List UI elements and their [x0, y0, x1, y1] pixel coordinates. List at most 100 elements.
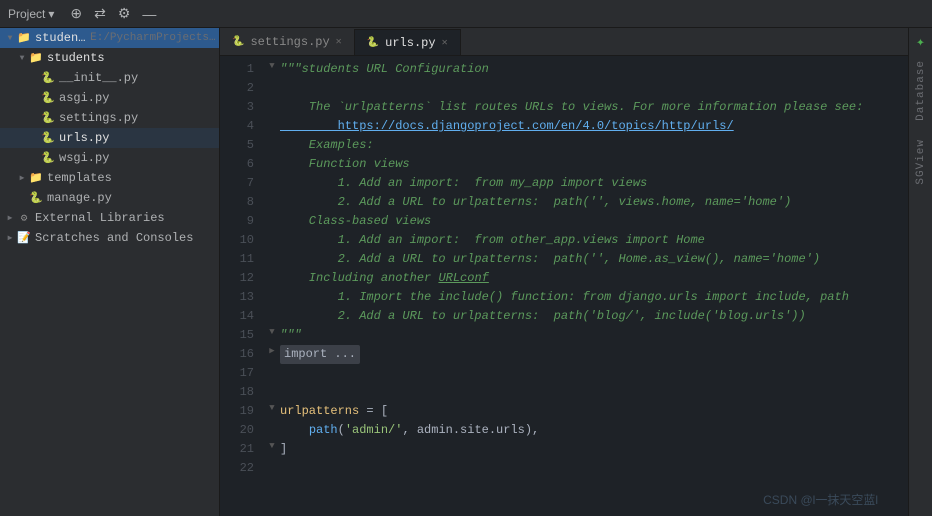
code-content[interactable]: ▼"""students URL Configuration The `urlp…	[262, 56, 908, 516]
urls-tab-close-icon[interactable]: ✕	[442, 37, 448, 49]
fold-6	[266, 155, 278, 167]
sidebar-item-asgi[interactable]: 🐍 asgi.py	[0, 88, 219, 108]
settings-label: settings.py	[59, 111, 138, 125]
scratch-icon: 📝	[16, 230, 32, 246]
fold-4	[266, 117, 278, 129]
urls-tab-label: urls.py	[385, 36, 435, 50]
main-layout: ▼ 📁 students E:/PycharmProjects/stu ▼ 📁 …	[0, 28, 932, 516]
init-py-icon: 🐍	[40, 70, 56, 86]
sidebar-item-scratches[interactable]: ▶ 📝 Scratches and Consoles	[0, 228, 219, 248]
code-line-14: 2. Add a URL to urlpatterns: path('blog/…	[266, 307, 908, 326]
fold-8	[266, 193, 278, 205]
code-line-13: 1. Import the include() function: from d…	[266, 288, 908, 307]
right-sidebar: ✦ Database SGView	[908, 28, 932, 516]
tab-bar: 🐍 settings.py ✕ 🐍 urls.py ✕	[220, 28, 908, 56]
root-folder-icon: 📁	[16, 30, 32, 46]
init-label: __init__.py	[59, 71, 138, 85]
fold-15[interactable]: ▼	[266, 326, 278, 338]
sidebar-item-settings[interactable]: 🐍 settings.py	[0, 108, 219, 128]
manage-py-icon: 🐍	[28, 190, 44, 206]
fold-5	[266, 136, 278, 148]
manage-arrow-icon	[16, 192, 28, 204]
code-line-3: The `urlpatterns` list routes URLs to vi…	[266, 98, 908, 117]
dropdown-arrow-icon: ▾	[48, 7, 54, 21]
fold-21[interactable]: ▼	[266, 440, 278, 452]
code-line-11: 2. Add a URL to urlpatterns: path('', Ho…	[266, 250, 908, 269]
code-line-2	[266, 79, 908, 98]
root-arrow-icon: ▼	[4, 32, 16, 44]
title-bar-left: Project ▾ ⊕ ⇄ ⚙ —	[8, 3, 158, 24]
fold-16[interactable]: ▶	[266, 345, 278, 357]
urls-tab-py-icon: 🐍	[367, 37, 379, 49]
code-line-12: Including another URLconf	[266, 269, 908, 288]
students-folder-label: students	[47, 51, 105, 65]
code-line-7: 1. Add an import: from my_app import vie…	[266, 174, 908, 193]
wsgi-arrow-icon	[28, 152, 40, 164]
sidebar-item-templates[interactable]: ▶ 📁 templates	[0, 168, 219, 188]
scratch-arrow-icon: ▶	[4, 232, 16, 244]
wsgi-py-icon: 🐍	[40, 150, 56, 166]
sidebar-item-init[interactable]: 🐍 __init__.py	[0, 68, 219, 88]
urls-arrow-icon	[28, 132, 40, 144]
urls-label: urls.py	[59, 131, 109, 145]
asgi-py-icon: 🐍	[40, 90, 56, 106]
code-line-8: 2. Add a URL to urlpatterns: path('', vi…	[266, 193, 908, 212]
fold-11	[266, 250, 278, 262]
code-line-21: ▼]	[266, 440, 908, 459]
settings-arrow-icon	[28, 112, 40, 124]
fold-14	[266, 307, 278, 319]
database-label[interactable]: Database	[915, 56, 927, 125]
right-panel: 🐍 settings.py ✕ 🐍 urls.py ✕ 1234 5678 91…	[220, 28, 908, 516]
ext-arrow-icon: ▶	[4, 212, 16, 224]
fold-13	[266, 288, 278, 300]
root-path: E:/PycharmProjects/stu	[90, 32, 219, 44]
watermark: CSDN @l一抹天空蓝l	[763, 491, 878, 508]
sgview-label[interactable]: SGView	[915, 135, 927, 189]
scratch-label: Scratches and Consoles	[35, 231, 193, 245]
fold-17	[266, 364, 278, 376]
templates-arrow-icon: ▶	[16, 172, 28, 184]
fold-22	[266, 459, 278, 471]
tab-urls[interactable]: 🐍 urls.py ✕	[355, 29, 461, 55]
code-line-4: https://docs.djangoproject.com/en/4.0/to…	[266, 117, 908, 136]
collapse-icon[interactable]: —	[140, 4, 158, 24]
sidebar-item-urls[interactable]: 🐍 urls.py	[0, 128, 219, 148]
ext-lib-icon: ⚙	[16, 210, 32, 226]
project-label: Project	[8, 7, 45, 21]
fold-19[interactable]: ▼	[266, 402, 278, 414]
settings-tab-close-icon[interactable]: ✕	[336, 36, 342, 48]
urls-py-icon: 🐍	[40, 130, 56, 146]
code-line-6: Function views	[266, 155, 908, 174]
sidebar-item-students-folder[interactable]: ▼ 📁 students	[0, 48, 219, 68]
new-file-icon[interactable]: ⊕	[68, 3, 84, 24]
project-button[interactable]: Project ▾	[8, 7, 54, 21]
tab-settings[interactable]: 🐍 settings.py ✕	[220, 29, 355, 55]
students-folder-icon: 📁	[28, 50, 44, 66]
sidebar-root[interactable]: ▼ 📁 students E:/PycharmProjects/stu	[0, 28, 219, 48]
code-line-15: ▼"""	[266, 326, 908, 345]
asgi-arrow-icon	[28, 92, 40, 104]
root-label: students	[35, 31, 86, 45]
editor-area: 1234 5678 9101112 13141516 17181920 2122…	[220, 56, 908, 516]
title-icons: ⊕ ⇄ ⚙ —	[68, 3, 158, 24]
folder-arrow-icon: ▼	[16, 52, 28, 64]
init-arrow-icon	[28, 72, 40, 84]
database-icon: ✦	[911, 32, 931, 52]
code-line-22	[266, 459, 908, 478]
code-line-10: 1. Add an import: from other_app.views i…	[266, 231, 908, 250]
sidebar: ▼ 📁 students E:/PycharmProjects/stu ▼ 📁 …	[0, 28, 220, 516]
sync-icon[interactable]: ⇄	[92, 3, 108, 24]
code-line-9: Class-based views	[266, 212, 908, 231]
fold-2	[266, 79, 278, 91]
fold-7	[266, 174, 278, 186]
title-bar: Project ▾ ⊕ ⇄ ⚙ —	[0, 0, 932, 28]
manage-label: manage.py	[47, 191, 112, 205]
fold-9	[266, 212, 278, 224]
sidebar-item-external-libs[interactable]: ▶ ⚙ External Libraries	[0, 208, 219, 228]
fold-3	[266, 98, 278, 110]
sidebar-item-manage[interactable]: 🐍 manage.py	[0, 188, 219, 208]
sidebar-item-wsgi[interactable]: 🐍 wsgi.py	[0, 148, 219, 168]
settings-icon[interactable]: ⚙	[116, 3, 133, 24]
code-line-19: ▼urlpatterns = [	[266, 402, 908, 421]
fold-1[interactable]: ▼	[266, 60, 278, 72]
